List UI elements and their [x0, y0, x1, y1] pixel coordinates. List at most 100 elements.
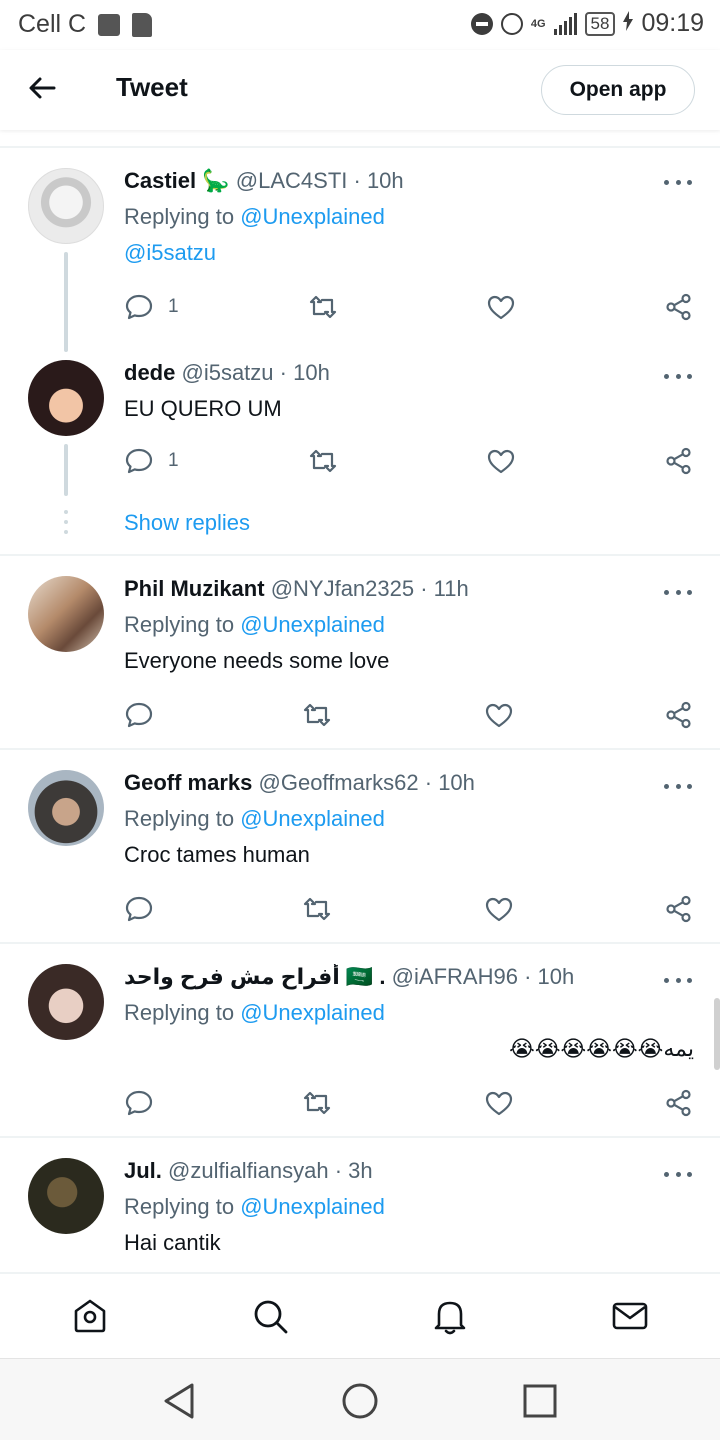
like-button[interactable] [486, 444, 516, 478]
messages-icon[interactable] [610, 1296, 650, 1336]
notifications-icon[interactable] [430, 1296, 470, 1336]
thread-line [64, 444, 68, 496]
display-name[interactable]: أفراح مش فرح واحد 🇸🇦 . [124, 964, 386, 989]
share-button[interactable] [664, 290, 694, 324]
tweet[interactable]: Phil Muzikant @NYJfan2325 · 11h Replying… [0, 556, 720, 750]
like-button[interactable] [484, 698, 514, 732]
bottom-navigation [0, 1272, 720, 1358]
replying-mention[interactable]: @Unexplained [240, 806, 385, 831]
tweet-text: Croc tames human [124, 842, 310, 867]
handle[interactable]: @NYJfan2325 [271, 576, 414, 601]
reply-button[interactable] [124, 892, 154, 926]
timestamp[interactable]: · 11h [420, 576, 469, 601]
avatar[interactable] [28, 1158, 104, 1234]
timestamp[interactable]: · 3h [335, 1158, 373, 1183]
tweet[interactable]: Jul. @zulfialfiansyah · 3h Replying to @… [0, 1138, 720, 1272]
reply-button[interactable]: 1 [124, 444, 179, 478]
retweet-icon [303, 897, 331, 921]
share-button[interactable] [664, 1086, 694, 1120]
handle[interactable]: @LAC4STI [236, 168, 348, 193]
like-button[interactable] [484, 1086, 514, 1120]
recents-square-icon[interactable] [520, 1381, 560, 1421]
timestamp[interactable]: · 10h [524, 964, 574, 989]
tweet-header: Geoff marks @Geoffmarks62 · 10h [124, 770, 660, 796]
scrollbar[interactable] [714, 998, 720, 1070]
share-button[interactable] [664, 444, 694, 478]
sd-card-icon [132, 12, 153, 37]
timestamp[interactable]: · 10h [354, 168, 404, 193]
handle[interactable]: @iAFRAH96 [392, 964, 518, 989]
reply-button[interactable] [124, 698, 154, 732]
avatar[interactable] [28, 360, 104, 436]
home-circle-icon[interactable] [340, 1381, 380, 1421]
display-name[interactable]: dede [124, 360, 175, 385]
share-button[interactable] [664, 698, 694, 732]
display-name[interactable]: Jul. [124, 1158, 162, 1183]
more-options-icon[interactable] [664, 782, 692, 790]
reply-icon [125, 448, 153, 474]
retweet-button[interactable] [308, 444, 338, 478]
retweet-button[interactable] [302, 1086, 332, 1120]
avatar[interactable] [28, 168, 104, 244]
handle[interactable]: @i5satzu [181, 360, 273, 385]
replying-mention[interactable]: @Unexplained [240, 1194, 385, 1219]
handle[interactable]: @zulfialfiansyah [168, 1158, 329, 1183]
tweet[interactable]: Castiel 🦕 @LAC4STI · 10h Replying to @Un… [0, 148, 720, 352]
mention-line[interactable]: @i5satzu [124, 240, 216, 266]
alarm-icon [500, 12, 523, 35]
more-options-icon[interactable] [664, 1170, 692, 1178]
charging-icon [623, 9, 634, 38]
tweet-header: أفراح مش فرح واحد 🇸🇦 . @iAFRAH96 · 10h [124, 964, 660, 990]
tweet[interactable]: أفراح مش فرح واحد 🇸🇦 . @iAFRAH96 · 10h R… [0, 944, 720, 1138]
display-name[interactable]: Phil Muzikant [124, 576, 265, 601]
like-button[interactable] [486, 290, 516, 324]
avatar[interactable] [28, 770, 104, 846]
share-icon [666, 895, 691, 923]
timestamp[interactable]: · 10h [425, 770, 475, 795]
display-name[interactable]: Geoff marks [124, 770, 252, 795]
do-not-disturb-icon [470, 12, 493, 35]
tweet-text: Hai cantik [124, 1230, 221, 1255]
avatar[interactable] [28, 964, 104, 1040]
tweet-header: Castiel 🦕 @LAC4STI · 10h [124, 168, 660, 194]
retweet-button[interactable] [302, 698, 332, 732]
carrier-label: Cell C [18, 10, 87, 38]
tweet[interactable]: Geoff marks @Geoffmarks62 · 10h Replying… [0, 750, 720, 944]
share-button[interactable] [664, 892, 694, 926]
back-triangle-icon[interactable] [160, 1381, 200, 1421]
replying-to: Replying to @Unexplained [124, 204, 385, 230]
replying-mention[interactable]: @Unexplained [240, 1000, 385, 1025]
display-name[interactable]: Castiel 🦕 [124, 168, 230, 193]
arrow-left-icon[interactable] [26, 72, 58, 104]
status-left: Cell C [18, 10, 153, 39]
home-icon[interactable] [70, 1296, 110, 1336]
retweet-button[interactable] [302, 892, 332, 926]
tweet-actions [124, 892, 694, 926]
reply-button[interactable]: 1 [124, 290, 179, 324]
avatar[interactable] [28, 576, 104, 652]
retweet-button[interactable] [308, 290, 338, 324]
replying-to: Replying to @Unexplained [124, 806, 385, 832]
open-app-button[interactable]: Open app [541, 65, 695, 115]
more-options-icon[interactable] [664, 372, 692, 380]
reply-icon [125, 294, 153, 320]
search-icon[interactable] [250, 1296, 290, 1336]
replying-mention[interactable]: @Unexplained [240, 612, 385, 637]
timestamp[interactable]: · 10h [280, 360, 330, 385]
like-button[interactable] [484, 892, 514, 926]
handle[interactable]: @Geoffmarks62 [259, 770, 419, 795]
replying-mention[interactable]: @Unexplained [240, 204, 385, 229]
replying-label: Replying to [124, 1000, 235, 1025]
reply-icon [125, 702, 153, 728]
share-icon [666, 1089, 691, 1117]
replying-label: Replying to [124, 204, 235, 229]
reply-button[interactable] [124, 1086, 154, 1120]
more-options-icon[interactable] [664, 588, 692, 596]
tweet-text: Everyone needs some love [124, 648, 390, 673]
more-options-icon[interactable] [664, 178, 692, 186]
show-replies-link[interactable]: Show replies [124, 510, 250, 536]
tweet[interactable]: dede @i5satzu · 10h EU QUERO UM 1 Show r… [0, 348, 720, 554]
heart-icon [487, 295, 515, 320]
more-options-icon[interactable] [664, 976, 692, 984]
page-title: Tweet [116, 72, 188, 102]
